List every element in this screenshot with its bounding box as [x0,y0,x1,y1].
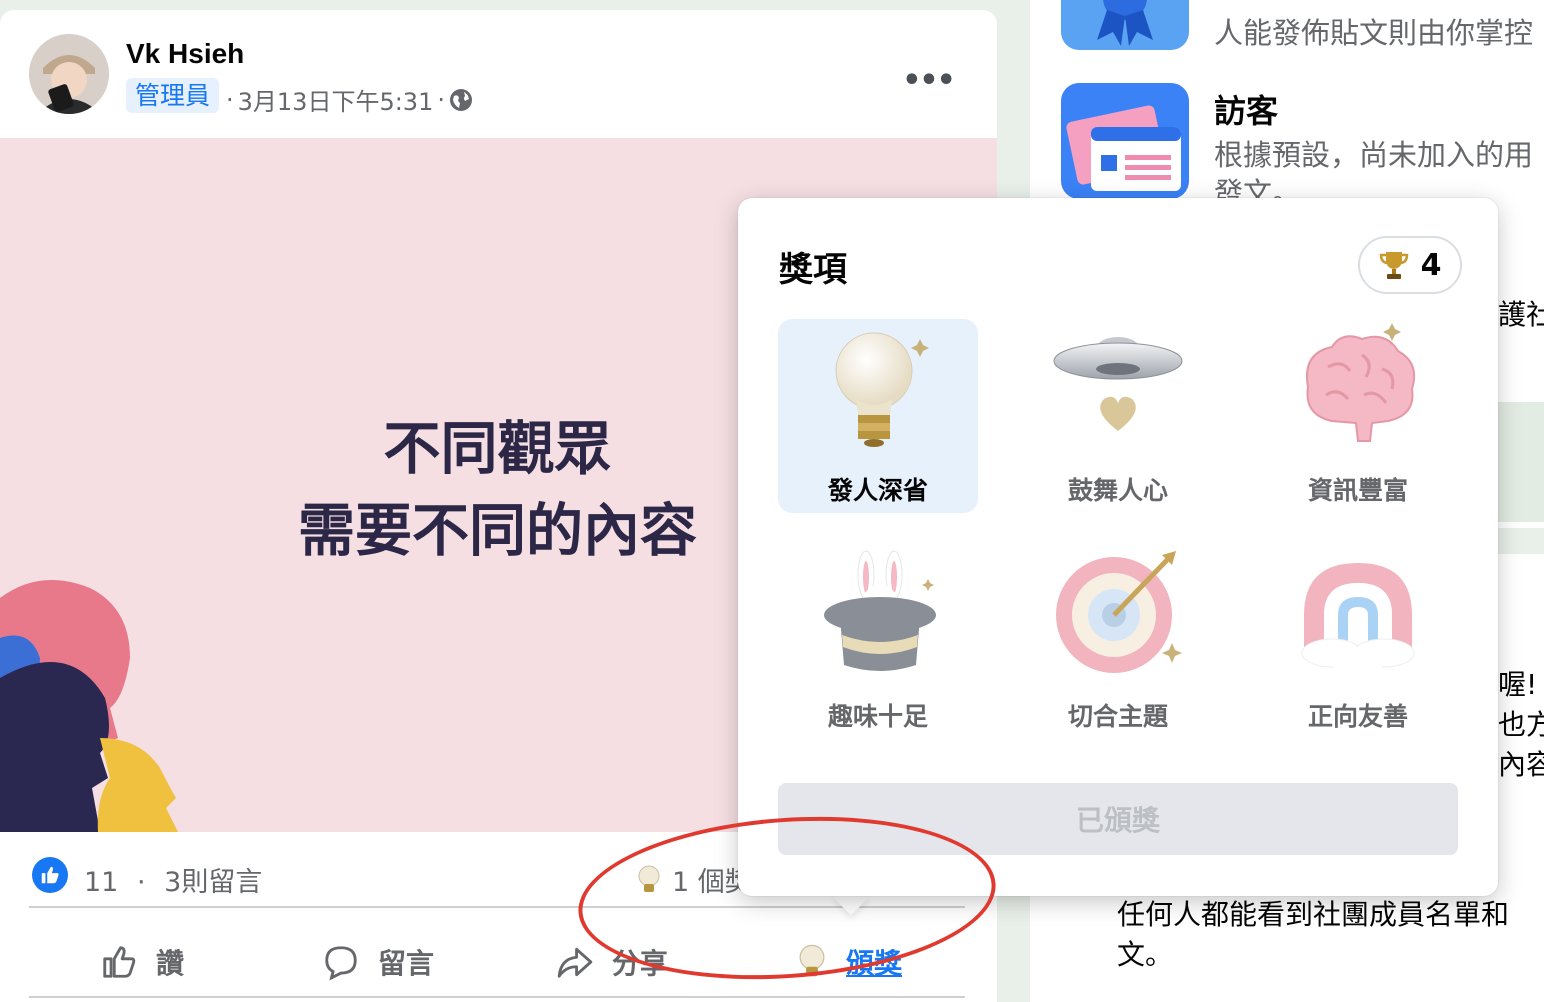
award-label: 切合主題 [1067,702,1168,731]
lightbulb-icon [835,332,929,447]
popup-title: 獎項 [779,250,847,290]
brain-icon [1306,323,1416,442]
post-header: Vk Hsieh 管理員 · 3月13日下午5:31 · ••• [0,10,997,138]
privacy-description: 人能發佈貼文則由你掌控 [1214,16,1534,50]
headline-line-1: 不同觀眾 [383,416,612,482]
visitors-description: 根據預設，尚未加入的用 [1214,138,1534,172]
silhouettes-illustration [0,580,178,832]
post-timestamp[interactable]: 3月13日下午5:31 [238,82,434,117]
rainbow-icon [1301,563,1415,671]
avatar[interactable] [29,34,109,114]
award-label: 趣味十足 [827,702,928,731]
membership-visibility-text-cont: 文。 [1117,938,1174,971]
award-label: 正向友善 [1307,702,1408,731]
like-button-label: 讚 [156,947,185,980]
panel-highlight [1498,402,1544,522]
award-inspiring[interactable]: 鼓舞人心 [1018,319,1218,513]
membership-visibility-text: 任何人都能看到社團成員名單和 [1117,898,1510,931]
more-options-button[interactable]: ••• [902,56,956,104]
trophy-count: 4 [1420,247,1442,283]
award-on-topic[interactable]: 切合主題 [1018,545,1218,739]
award-label: 發人深省 [827,476,928,505]
like-button[interactable]: 讚 [100,936,184,988]
panel-text-fragment: 喔! [1498,668,1538,701]
award-ribbon-icon [1061,0,1189,50]
trophy-count-pill[interactable]: 4 [1358,236,1462,294]
globe-icon [449,88,473,112]
award-insightful[interactable]: 發人深省 [778,319,978,513]
meta-separator: · [226,85,234,114]
panel-text-fragment: 也方 [1498,708,1544,741]
comment-count[interactable]: 3則留言 [164,867,262,898]
post-headline: 不同觀眾 需要不同的內容 [250,408,745,572]
admin-badge: 管理員 [126,78,220,113]
thumbs-up-icon [103,946,136,978]
share-arrow-icon [557,947,593,978]
headline-line-2: 需要不同的內容 [298,498,697,564]
award-label: 鼓舞人心 [1067,476,1168,505]
visitors-icon [1061,83,1189,199]
magic-hat-rabbit-icon [824,550,936,671]
target-arrow-icon [1056,551,1182,673]
comment-bubble-icon [325,946,357,981]
award-informative[interactable]: 資訊豐富 [1258,319,1458,513]
count-separator: · [136,867,146,898]
panel-text-fragment: 護社 [1498,298,1544,331]
award-label: 資訊豐富 [1307,476,1408,505]
actions-divider [29,996,965,998]
author-name[interactable]: Vk Hsieh [126,38,244,70]
meta-separator: · [437,85,445,114]
like-count-value[interactable]: 11 [84,867,118,898]
panel-text-fragment: 內容 [1498,748,1544,781]
award-entertaining[interactable]: 趣味十足 [778,545,978,739]
comment-button-label: 留言 [378,947,435,980]
visitors-title: 訪客 [1214,92,1279,130]
comment-button[interactable]: 留言 [322,936,434,988]
ufo-heart-icon [1053,337,1183,431]
trophy-icon [1379,252,1408,279]
panel-gap [1498,528,1544,554]
awards-popup: 獎項 4 發人深省 鼓舞人心 資訊豐富 趣味十足 切合主題 正向友善 已頒獎 [738,198,1498,896]
reaction-count[interactable]: 11 · 3則留言 [84,860,262,899]
award-uplifting[interactable]: 正向友善 [1258,545,1458,739]
post-meta: · 3月13日下午5:31 · [226,82,473,117]
like-reaction-icon[interactable] [32,857,68,893]
